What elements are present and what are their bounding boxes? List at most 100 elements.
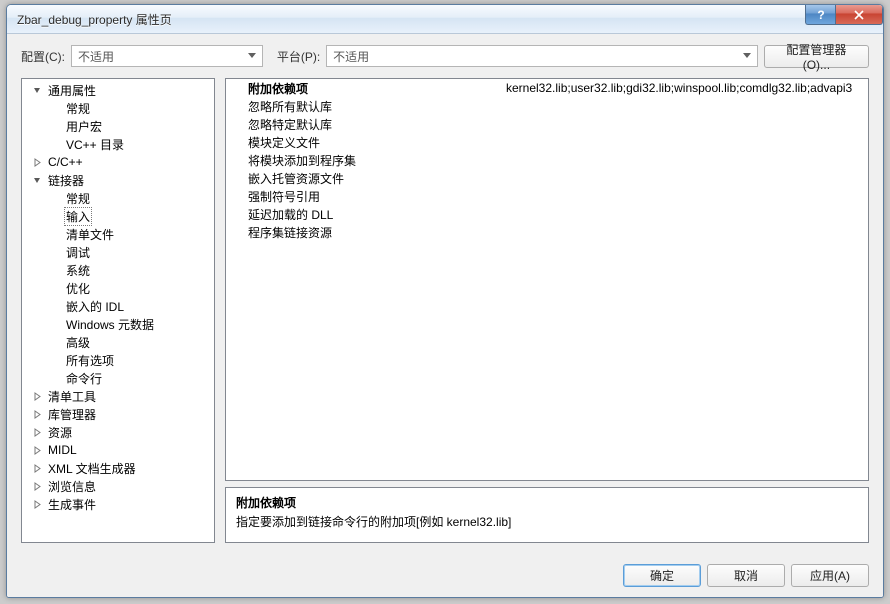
grid-property-name: 强制符号引用 [248,188,506,205]
platform-label: 平台(P): [277,48,320,65]
tree-node-label: 通用属性 [46,82,98,99]
tree-node-label: 浏览信息 [46,478,98,495]
expander-closed-icon[interactable] [32,463,43,474]
titlebar[interactable]: Zbar_debug_property 属性页 ? [7,5,883,34]
grid-row[interactable]: 忽略特定默认库 [226,115,868,133]
tree-node[interactable]: 清单工具 [24,387,214,405]
tree-node[interactable]: 嵌入的 IDL [24,297,214,315]
config-manager-button[interactable]: 配置管理器(O)... [764,45,869,68]
property-tree[interactable]: 通用属性常规用户宏VC++ 目录C/C++链接器常规输入清单文件调试系统优化嵌入… [22,79,214,542]
expander-closed-icon[interactable] [32,445,43,456]
tree-node[interactable]: 生成事件 [24,495,214,513]
close-icon [853,9,865,21]
grid-row[interactable]: 将模块添加到程序集 [226,151,868,169]
chevron-down-icon [739,48,755,64]
tree-node[interactable]: 所有选项 [24,351,214,369]
tree-node-label: MIDL [46,443,79,457]
help-button[interactable]: ? [805,5,835,25]
tree-panel: 通用属性常规用户宏VC++ 目录C/C++链接器常规输入清单文件调试系统优化嵌入… [21,78,215,543]
tree-node[interactable]: VC++ 目录 [24,135,214,153]
tree-node-label: 调试 [64,244,92,261]
tree-node-label: 嵌入的 IDL [64,298,126,315]
apply-button[interactable]: 应用(A) [791,564,869,587]
tree-node[interactable]: 浏览信息 [24,477,214,495]
grid-property-value: kernel32.lib;user32.lib;gdi32.lib;winspo… [506,81,852,95]
tree-node[interactable]: 通用属性 [24,81,214,99]
svg-text:?: ? [817,9,824,21]
tree-node[interactable]: MIDL [24,441,214,459]
tree-node[interactable]: 优化 [24,279,214,297]
description-panel: 附加依赖项 指定要添加到链接命令行的附加项[例如 kernel32.lib] [225,487,869,543]
tree-node[interactable]: 链接器 [24,171,214,189]
tree-node-label: 链接器 [46,172,86,189]
tree-node[interactable]: Windows 元数据 [24,315,214,333]
tree-node[interactable]: C/C++ [24,153,214,171]
grid-property-name: 忽略特定默认库 [248,116,506,133]
tree-node-label: 生成事件 [46,496,98,513]
grid-property-name: 模块定义文件 [248,134,506,151]
tree-node-label: 优化 [64,280,92,297]
expander-closed-icon[interactable] [32,481,43,492]
expander-closed-icon[interactable] [32,499,43,510]
tree-node[interactable]: 常规 [24,189,214,207]
grid-property-name: 附加依赖项 [248,80,506,97]
expander-closed-icon[interactable] [32,409,43,420]
grid-property-name: 程序集链接资源 [248,224,506,241]
expander-open-icon[interactable] [32,85,43,96]
config-combo[interactable]: 不适用 [71,45,263,67]
grid-row[interactable]: 延迟加载的 DLL [226,205,868,223]
expander-closed-icon[interactable] [32,427,43,438]
split-panel: 通用属性常规用户宏VC++ 目录C/C++链接器常规输入清单文件调试系统优化嵌入… [7,78,883,553]
expander-closed-icon[interactable] [32,391,43,402]
grid-row[interactable]: 模块定义文件 [226,133,868,151]
ok-button[interactable]: 确定 [623,564,701,587]
platform-combo-value: 不适用 [333,48,369,65]
property-grid[interactable]: 附加依赖项kernel32.lib;user32.lib;gdi32.lib;w… [225,78,869,481]
tree-node[interactable]: 清单文件 [24,225,214,243]
tree-node-label: Windows 元数据 [64,316,156,333]
right-panel: 附加依赖项kernel32.lib;user32.lib;gdi32.lib;w… [225,78,869,543]
tree-node[interactable]: 高级 [24,333,214,351]
description-text: 指定要添加到链接命令行的附加项[例如 kernel32.lib] [236,513,858,530]
description-title: 附加依赖项 [236,494,858,511]
tree-node-label: 用户宏 [64,118,104,135]
grid-row[interactable]: 忽略所有默认库 [226,97,868,115]
expander-closed-icon[interactable] [32,157,43,168]
tree-node[interactable]: 库管理器 [24,405,214,423]
cancel-button[interactable]: 取消 [707,564,785,587]
window-title: Zbar_debug_property 属性页 [17,11,172,28]
close-button[interactable] [835,5,883,25]
tree-node-label: 命令行 [64,370,104,387]
tree-node-label: 清单工具 [46,388,98,405]
tree-node-label: 所有选项 [64,352,116,369]
help-icon: ? [815,9,827,21]
tree-node-label: 高级 [64,334,92,351]
tree-node-label: 常规 [64,190,92,207]
tree-node-label: 系统 [64,262,92,279]
tree-node-label: 库管理器 [46,406,98,423]
tree-node[interactable]: 资源 [24,423,214,441]
tree-node[interactable]: XML 文档生成器 [24,459,214,477]
grid-property-name: 将模块添加到程序集 [248,152,506,169]
title-controls: ? [805,5,883,25]
grid-row[interactable]: 强制符号引用 [226,187,868,205]
config-bar: 配置(C): 不适用 平台(P): 不适用 配置管理器(O)... [7,34,883,78]
platform-combo[interactable]: 不适用 [326,45,758,67]
grid-row[interactable]: 嵌入托管资源文件 [226,169,868,187]
tree-node[interactable]: 命令行 [24,369,214,387]
chevron-down-icon [244,48,260,64]
expander-open-icon[interactable] [32,175,43,186]
bottom-buttons: 确定 取消 应用(A) [7,553,883,597]
tree-node[interactable]: 系统 [24,261,214,279]
grid-row[interactable]: 附加依赖项kernel32.lib;user32.lib;gdi32.lib;w… [226,79,868,97]
tree-node[interactable]: 调试 [24,243,214,261]
tree-node-label: 常规 [64,100,92,117]
tree-node[interactable]: 输入 [24,207,214,225]
tree-node[interactable]: 常规 [24,99,214,117]
client-area: 配置(C): 不适用 平台(P): 不适用 配置管理器(O)... 通用属性常规… [7,34,883,597]
config-combo-value: 不适用 [78,48,114,65]
grid-property-name: 忽略所有默认库 [248,98,506,115]
tree-node[interactable]: 用户宏 [24,117,214,135]
grid-row[interactable]: 程序集链接资源 [226,223,868,241]
tree-node-label: VC++ 目录 [64,136,126,153]
